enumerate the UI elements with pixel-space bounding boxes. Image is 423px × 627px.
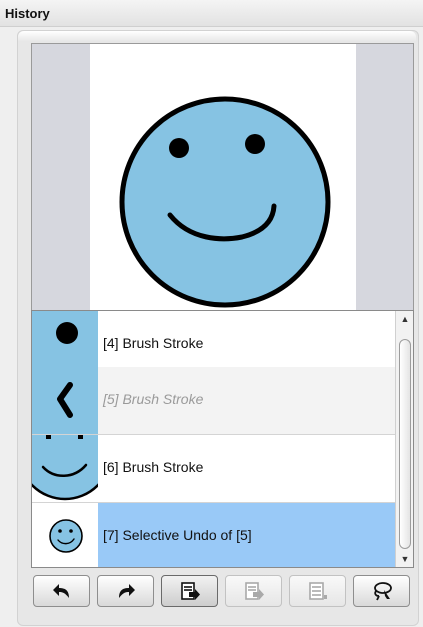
- compound-actions-icon: [308, 582, 327, 600]
- undo-button[interactable]: [33, 575, 90, 607]
- selective-undo-icon: [180, 582, 200, 600]
- panel-titlebar: History: [0, 0, 423, 27]
- smiley-face-image: [119, 96, 331, 308]
- preview-canvas: [90, 44, 356, 310]
- selective-redo-icon: [244, 582, 264, 600]
- history-panel: History [4] Brush Stroke [5] Brush Strok…: [0, 0, 423, 627]
- compound-actions-button[interactable]: [289, 575, 346, 607]
- history-row-label: [4] Brush Stroke: [103, 335, 204, 351]
- history-list: [4] Brush Stroke [5] Brush Stroke [6] Br…: [31, 310, 414, 568]
- history-thumbnail: [32, 367, 98, 434]
- lasso-select-icon: [373, 582, 392, 601]
- history-row-5[interactable]: [5] Brush Stroke: [32, 367, 395, 435]
- history-thumbnail: [32, 435, 98, 502]
- history-row-label: [5] Brush Stroke: [103, 391, 204, 407]
- redo-button[interactable]: [97, 575, 154, 607]
- history-row-7[interactable]: [7] Selective Undo of [5]: [32, 503, 395, 567]
- history-row-label: [7] Selective Undo of [5]: [103, 527, 252, 543]
- redo-arrow-icon: [118, 584, 135, 598]
- selective-undo-button[interactable]: [161, 575, 218, 607]
- scrollbar-thumb[interactable]: [399, 339, 411, 549]
- scroll-down-icon[interactable]: ▼: [396, 551, 413, 567]
- selective-redo-button[interactable]: [225, 575, 282, 607]
- history-thumbnail: [32, 503, 98, 567]
- history-preview: [31, 43, 414, 311]
- history-row-label: [6] Brush Stroke: [103, 459, 204, 475]
- history-scrollbar[interactable]: ▲ ▼: [395, 311, 413, 567]
- undo-arrow-icon: [52, 584, 69, 598]
- history-toolbar: [31, 571, 414, 611]
- panel-title: History: [5, 6, 50, 21]
- scroll-up-icon[interactable]: ▲: [396, 311, 413, 327]
- frame-header-strip: [18, 31, 416, 41]
- history-row-6[interactable]: [6] Brush Stroke: [32, 435, 395, 503]
- lasso-select-button[interactable]: [353, 575, 410, 607]
